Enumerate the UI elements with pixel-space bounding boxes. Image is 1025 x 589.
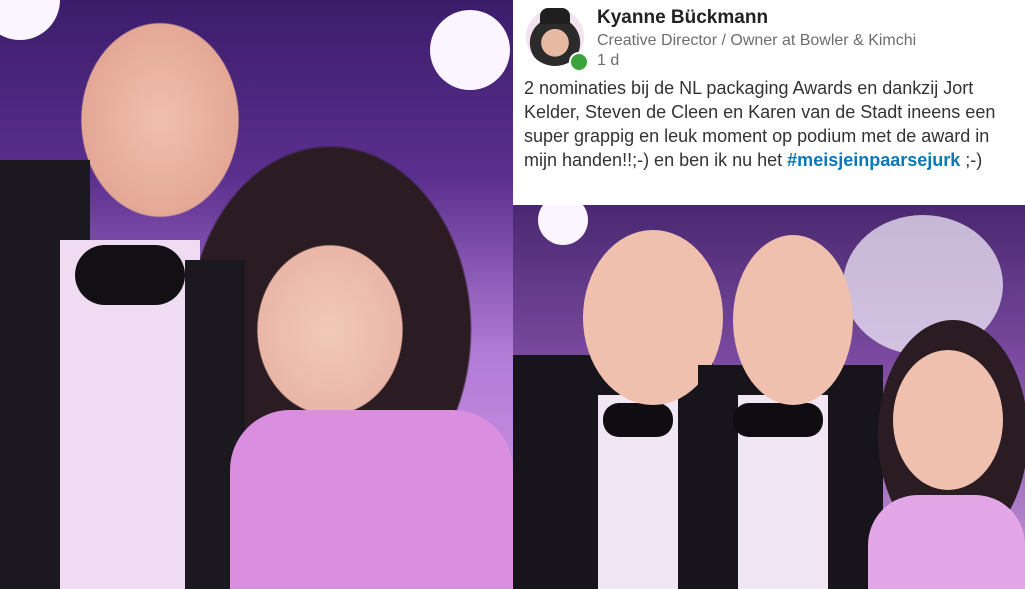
stage-light <box>430 10 510 90</box>
bow-tie <box>733 403 823 437</box>
post-text-end: ;-) <box>960 150 983 170</box>
bow-tie <box>603 403 673 437</box>
bow-tie <box>75 245 185 305</box>
author-name[interactable]: Kyanne Bückmann <box>597 7 768 29</box>
purple-dress <box>868 495 1025 589</box>
photo-group[interactable] <box>513 205 1025 589</box>
stage-light <box>0 0 60 40</box>
face <box>733 235 853 405</box>
post-body: 2 nominaties bij de NL packaging Awards … <box>524 76 1022 172</box>
hashtag-link[interactable]: #meisjeinpaarsejurk <box>787 150 960 170</box>
photo-selfie[interactable] <box>0 0 513 589</box>
stage-light <box>538 205 588 245</box>
online-dot-icon <box>569 52 589 72</box>
purple-dress <box>230 410 513 589</box>
post-timestamp: 1 d <box>597 52 620 69</box>
post-card: Kyanne Bückmann Creative Director / Owne… <box>513 0 1025 205</box>
face <box>893 350 1003 490</box>
author-headline: Creative Director / Owner at Bowler & Ki… <box>597 32 917 49</box>
bowler-hat-icon <box>540 8 570 24</box>
